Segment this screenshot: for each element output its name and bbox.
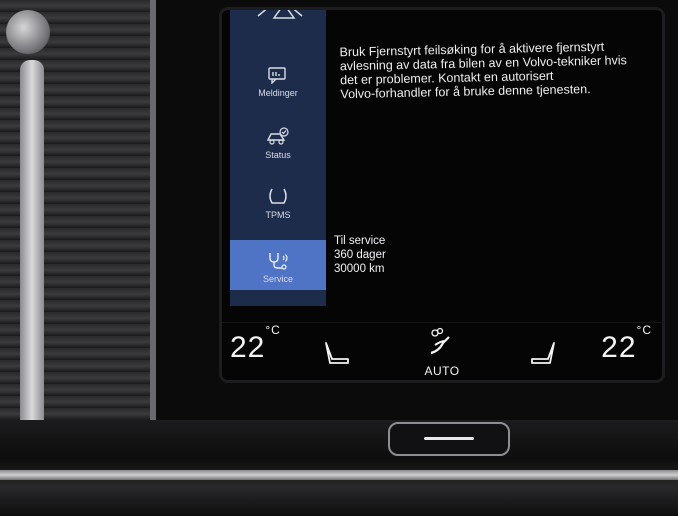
home-button[interactable] <box>388 422 510 456</box>
temp-unit: °C <box>636 323 652 337</box>
tire-pressure-icon <box>269 188 287 204</box>
service-distance: 30000 km <box>334 263 385 275</box>
left-seat-heat-icon[interactable] <box>322 341 352 367</box>
sidebar-item-label: Status <box>265 150 291 160</box>
service-stethoscope-icon <box>269 253 288 270</box>
climate-bar: 22°C AUTO 22°C <box>222 322 662 380</box>
sidebar-item-service[interactable]: Service <box>230 240 326 290</box>
message-icon <box>268 67 286 84</box>
fan-auto-icon <box>430 327 450 355</box>
auto-label: AUTO <box>424 364 460 378</box>
sidebar: Meldinger Status TPMS Service <box>230 10 326 306</box>
home-bar-icon <box>424 437 474 440</box>
chrome-trim <box>0 470 678 480</box>
air-vent <box>0 0 156 430</box>
sidebar-item-label: TPMS <box>265 210 291 220</box>
car-check-icon <box>266 127 289 145</box>
remote-diagnostics-message: Bruk Fjernstyrt feilsøking for å aktiver… <box>339 39 650 102</box>
right-seat-heat-icon[interactable] <box>528 341 558 367</box>
left-temperature[interactable]: 22°C <box>230 323 281 365</box>
warning-car-icon <box>257 10 303 19</box>
service-title: Til service <box>334 235 386 247</box>
right-temp-value: 22 <box>601 331 637 364</box>
sidebar-item-label: Meldinger <box>258 88 298 98</box>
left-temp-value: 22 <box>230 331 266 364</box>
vent-rail <box>20 60 44 430</box>
dashboard-bezel <box>0 420 678 516</box>
right-temperature[interactable]: 22°C <box>601 323 652 365</box>
temp-unit: °C <box>265 323 281 337</box>
vent-knob <box>6 10 50 54</box>
sidebar-item-status[interactable]: Status <box>230 126 326 182</box>
sidebar-item-label: Service <box>262 274 293 284</box>
sidebar-item-tpms[interactable]: TPMS <box>230 186 326 242</box>
infotainment-screen: Meldinger Status TPMS Service Bruk Fjern… <box>222 10 662 380</box>
service-days: 360 dager <box>334 249 386 261</box>
service-info: Til service 360 dager 30000 km <box>334 234 386 276</box>
climate-auto-button[interactable]: AUTO <box>418 327 466 378</box>
sidebar-item-meldinger[interactable]: Meldinger <box>230 66 326 122</box>
